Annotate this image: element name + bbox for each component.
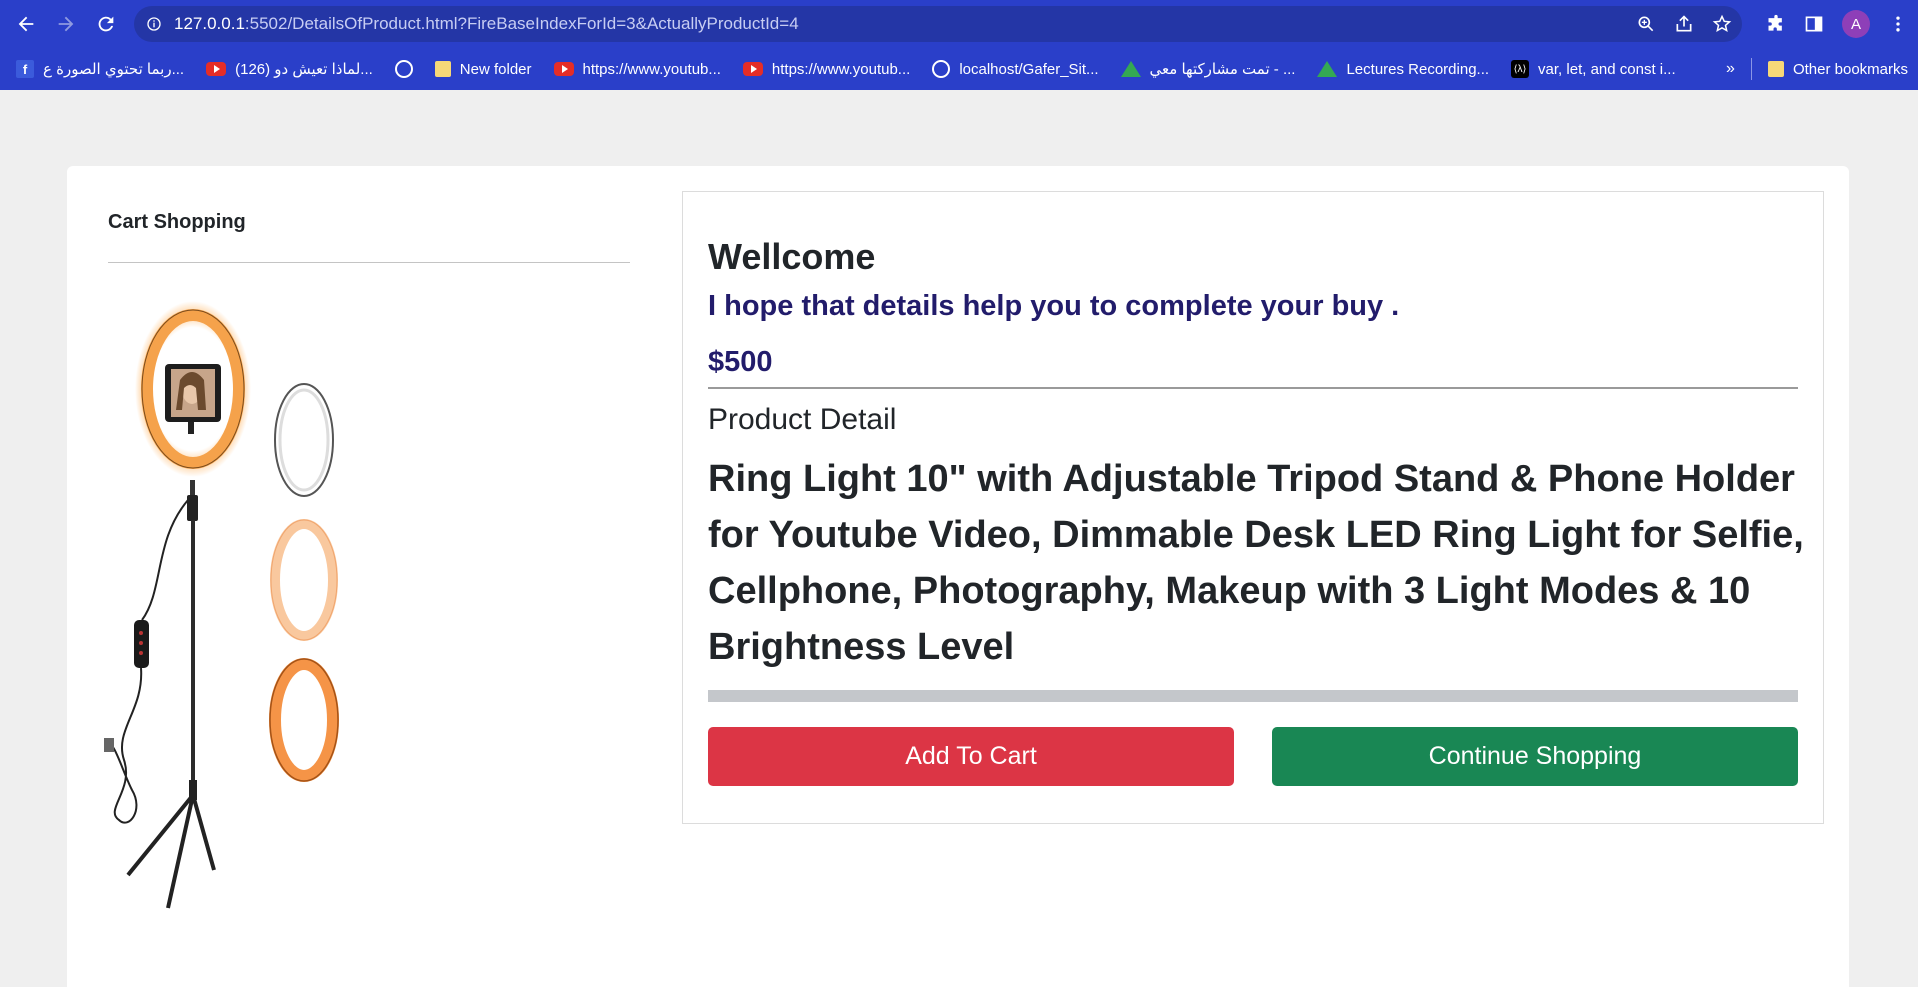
profile-avatar[interactable]: A [1842, 10, 1870, 38]
menu-dots-icon[interactable] [1888, 14, 1908, 34]
price-divider [708, 387, 1798, 389]
globe-icon [932, 60, 951, 78]
continue-shopping-button[interactable]: Continue Shopping [1272, 727, 1798, 786]
reload-button[interactable] [86, 4, 126, 44]
bookmark-item[interactable]: تمت مشاركتها معي - ... [1120, 60, 1296, 78]
product-price: $500 [708, 346, 773, 378]
bookmark-item[interactable]: (126) لماذا تعيش دو... [206, 60, 373, 78]
bookmark-label: var, let, and const i... [1538, 60, 1676, 78]
bookmark-label: (126) لماذا تعيش دو... [235, 61, 373, 78]
url-host: 127.0.0.1 [174, 14, 245, 33]
address-bar[interactable]: 127.0.0.1:5502/DetailsOfProduct.html?Fir… [134, 6, 1742, 42]
bookmark-item[interactable]: https://www.youtub... [742, 60, 911, 78]
product-detail-label: Product Detail [708, 403, 897, 436]
forward-button[interactable] [46, 4, 86, 44]
bookmark-label: localhost/Gafer_Sit... [959, 60, 1099, 78]
welcome-subtitle: I hope that details help you to complete… [708, 290, 1400, 322]
star-icon[interactable] [1712, 14, 1732, 34]
bookmark-item[interactable]: ⟨λ⟩ var, let, and const i... [1511, 60, 1676, 78]
bookmarks-bar: f ربما تحتوي الصورة ع... (126) لماذا تعيش… [0, 48, 1918, 90]
details-separator-bar [708, 690, 1798, 702]
youtube-icon [553, 62, 574, 76]
bookmark-label: New folder [459, 60, 532, 78]
facebook-icon: f [16, 60, 34, 78]
google-drive-icon [1317, 61, 1338, 77]
bookmarks-overflow-button[interactable]: » [1726, 60, 1735, 78]
folder-icon [434, 61, 451, 77]
site-info-icon[interactable] [134, 16, 174, 32]
product-name: Ring Light 10" with Adjustable Tripod St… [708, 458, 1804, 668]
url-text[interactable]: 127.0.0.1:5502/DetailsOfProduct.html?Fir… [174, 14, 799, 34]
reload-icon [98, 16, 114, 32]
browser-toolbar: 127.0.0.1:5502/DetailsOfProduct.html?Fir… [0, 0, 1918, 48]
other-bookmarks[interactable]: Other bookmarks [1767, 60, 1908, 78]
bookmark-item[interactable]: New folder [434, 60, 532, 78]
arrow-right-icon [58, 16, 74, 32]
folder-icon [1767, 61, 1784, 77]
cart-title: Cart Shopping [108, 211, 246, 233]
other-bookmarks-label: Other bookmarks [1792, 60, 1908, 78]
globe-icon [394, 60, 413, 78]
bookmarks-divider [1750, 58, 1752, 80]
add-to-cart-button[interactable]: Add To Cart [708, 727, 1234, 786]
bookmark-label: ربما تحتوي الصورة ع... [43, 61, 185, 78]
bookmark-item[interactable]: localhost/Gafer_Sit... [932, 60, 1099, 78]
bookmark-label: https://www.youtub... [582, 60, 721, 78]
product-image [104, 301, 339, 909]
extensions-icon[interactable] [1766, 14, 1786, 34]
cart-divider [108, 262, 630, 263]
bookmark-item[interactable] [394, 60, 413, 78]
youtube-icon [742, 62, 763, 76]
bookmark-item[interactable]: https://www.youtub... [553, 60, 721, 78]
bookmark-label: Lectures Recording... [1346, 60, 1490, 78]
share-icon[interactable] [1674, 14, 1694, 34]
arrow-left-icon [18, 16, 34, 32]
bookmark-item[interactable]: f ربما تحتوي الصورة ع... [16, 60, 184, 78]
side-panel-icon[interactable] [1804, 14, 1824, 34]
back-button[interactable] [6, 4, 46, 44]
dev-icon: ⟨λ⟩ [1511, 60, 1530, 78]
url-path: :5502/DetailsOfProduct.html?FireBaseInde… [244, 14, 799, 33]
bookmark-label: https://www.youtub... [771, 60, 911, 78]
welcome-heading: Wellcome [708, 236, 876, 277]
zoom-icon[interactable] [1636, 14, 1656, 34]
bookmark-item[interactable]: Lectures Recording... [1317, 61, 1489, 78]
youtube-icon [206, 62, 227, 76]
bookmark-label: تمت مشاركتها معي - ... [1149, 61, 1296, 78]
google-drive-icon [1120, 61, 1141, 77]
